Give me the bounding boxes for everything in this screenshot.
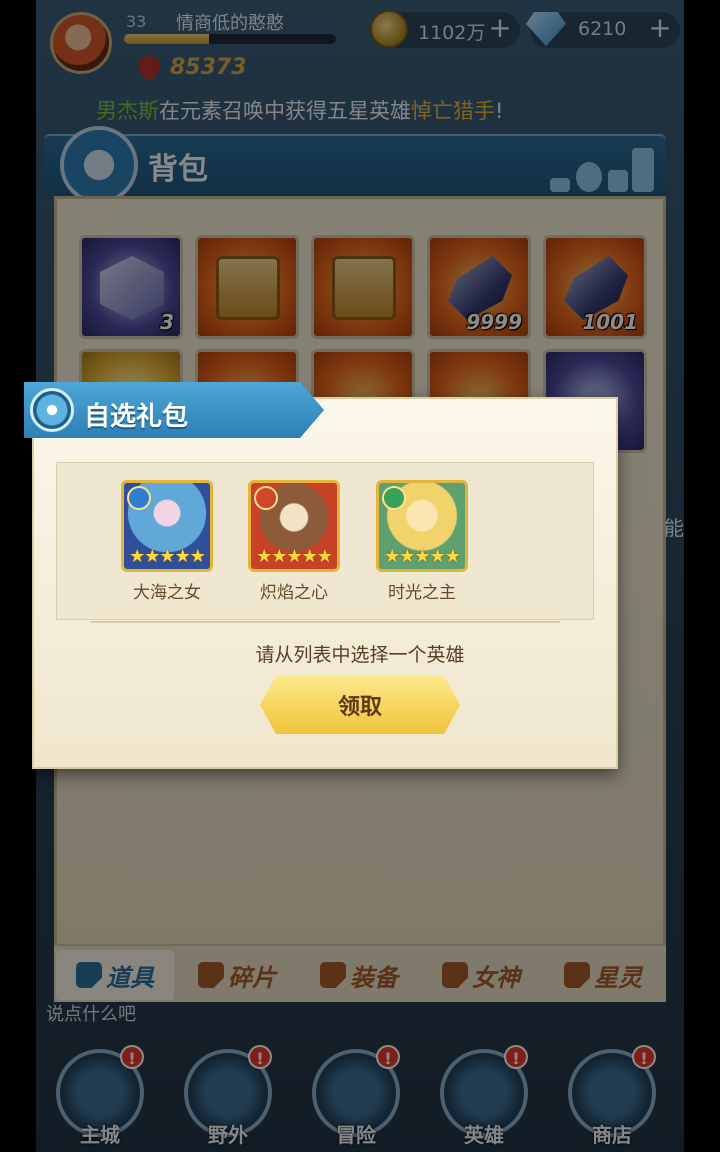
hero-option-sea-daughter[interactable]: ★★★★★ <box>121 480 213 572</box>
star-rating: ★★★★★ <box>129 546 206 567</box>
dialog-title: 自选礼包 <box>84 402 189 432</box>
claim-button-label: 领取 <box>337 695 382 720</box>
selection-prompt: 请从列表中选择一个英雄 <box>255 644 465 666</box>
divider <box>90 621 560 623</box>
hero-option-blazing-heart[interactable]: ★★★★★ <box>248 480 340 572</box>
right-letterbox <box>684 0 720 1152</box>
screen: 33 情商低的憨憨 85373 1102万 + 6210 + 男杰斯在元素召唤中… <box>0 0 720 1152</box>
hero-option-time-lord[interactable]: ★★★★★ <box>376 480 468 572</box>
star-rating: ★★★★★ <box>384 546 461 567</box>
feather-icon <box>30 388 74 432</box>
wind-element-icon <box>382 486 406 510</box>
star-rating: ★★★★★ <box>256 546 333 567</box>
hero-name: 时光之主 <box>388 583 456 603</box>
hero-name: 炽焰之心 <box>260 583 328 603</box>
fire-element-icon <box>254 486 278 510</box>
water-element-icon <box>127 486 151 510</box>
left-letterbox <box>0 0 36 1152</box>
hero-name: 大海之女 <box>133 583 201 603</box>
claim-button[interactable]: 领取 <box>260 676 460 734</box>
